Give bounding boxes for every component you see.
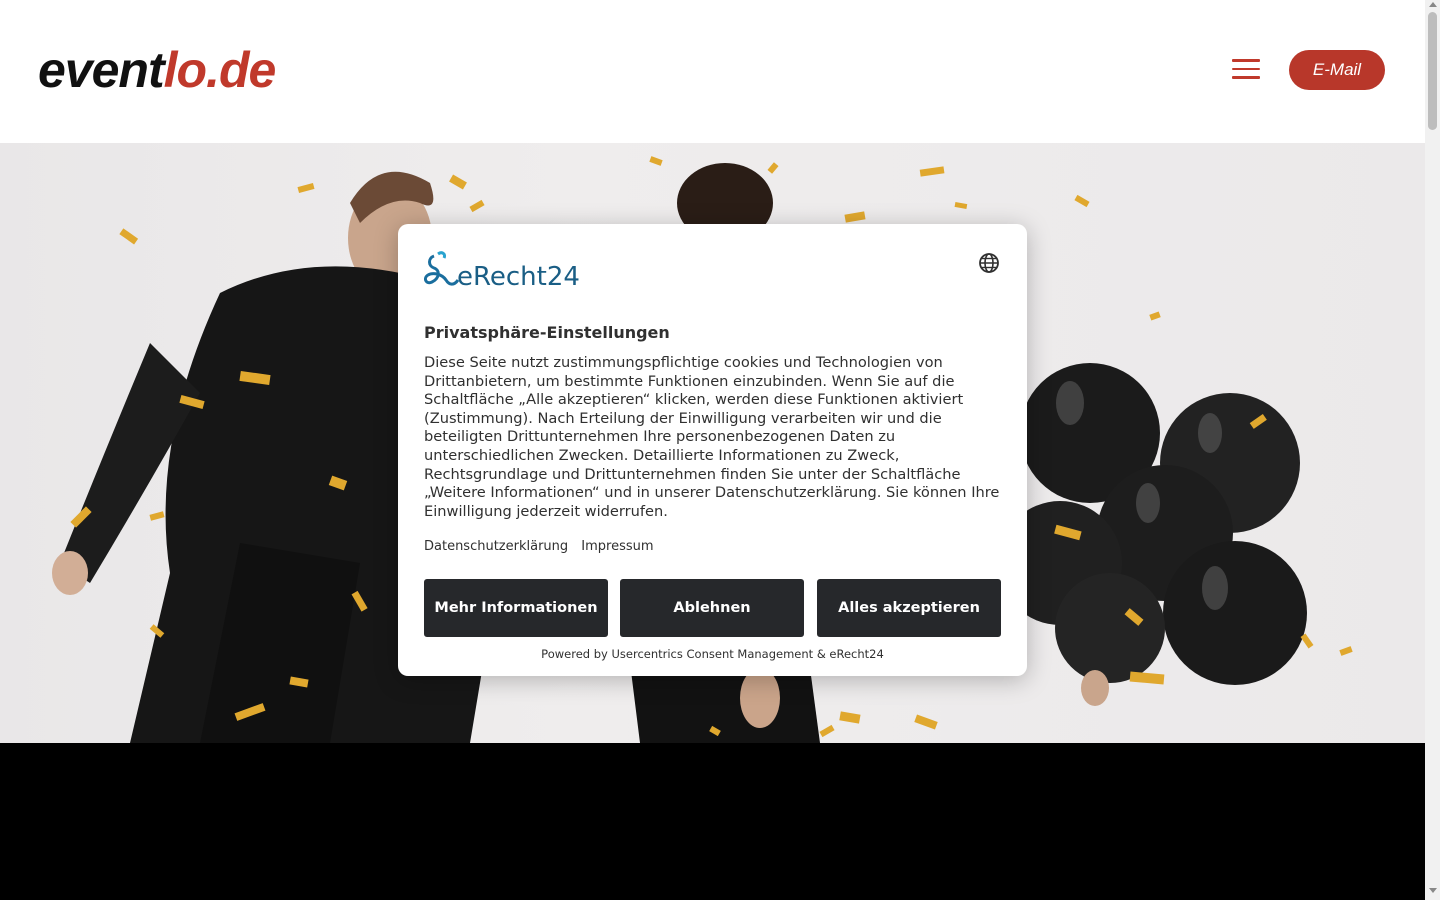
hamburger-icon[interactable] [1232, 59, 1260, 81]
privacy-policy-link[interactable]: Datenschutzerklärung [424, 539, 568, 554]
imprint-link[interactable]: Impressum [581, 539, 653, 554]
site-header: eventlo.de E-Mail [0, 0, 1425, 143]
scrollbar-track[interactable] [1425, 0, 1440, 900]
dark-section [0, 743, 1425, 900]
deny-button[interactable]: Ablehnen [620, 579, 804, 637]
logo-text-dark: event [38, 42, 165, 98]
consent-description: Diese Seite nutzt zustimmungspflichtige … [424, 354, 1000, 520]
email-button[interactable]: E-Mail [1289, 50, 1385, 90]
more-info-button[interactable]: Mehr Informationen [424, 579, 608, 637]
powered-by-text: Powered by Usercentrics Consent Manageme… [541, 647, 884, 661]
consent-title: Privatsphäre-Einstellungen [424, 323, 670, 342]
erecht24-logo-text: eRecht24 [457, 262, 580, 290]
consent-dialog: eRecht24 Privatsphäre-Einstellungen Dies… [398, 224, 1027, 676]
consent-links: Datenschutzerklärung Impressum [424, 539, 663, 554]
scroll-up-icon[interactable] [1428, 2, 1437, 7]
site-logo[interactable]: eventlo.de [38, 40, 277, 100]
erecht24-logo: eRecht24 [424, 251, 580, 290]
accept-all-button[interactable]: Alles akzeptieren [817, 579, 1001, 637]
scrollbar-thumb[interactable] [1428, 12, 1437, 130]
globe-icon[interactable] [978, 252, 1000, 274]
scroll-down-icon[interactable] [1428, 888, 1437, 893]
logo-text-red: lo.de [163, 42, 277, 98]
